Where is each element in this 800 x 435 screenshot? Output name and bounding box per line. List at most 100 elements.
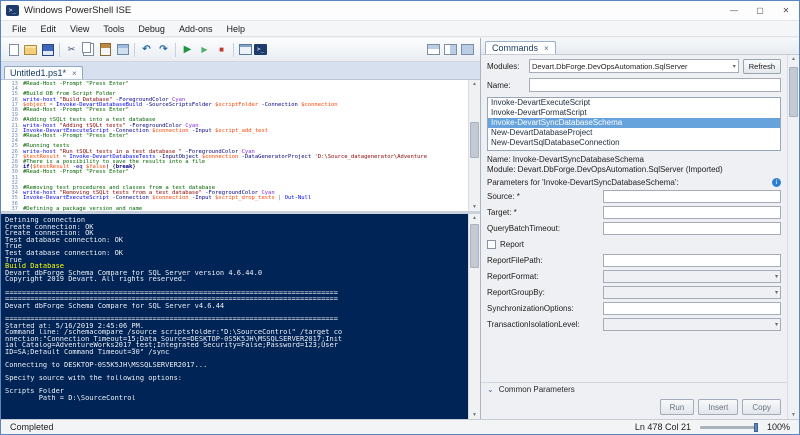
tab-commands[interactable]: Commands × (485, 41, 556, 54)
paste-icon[interactable] (97, 42, 114, 58)
menu-file[interactable]: File (5, 21, 34, 37)
open-script-icon[interactable] (22, 42, 39, 58)
scroll-down-icon[interactable]: ▼ (469, 412, 480, 418)
action-buttons: RunInsertCopy (481, 396, 787, 419)
scroll-down-icon[interactable]: ▼ (788, 412, 799, 418)
title-bar: >_ Windows PowerShell ISE — ▢ ✕ (1, 1, 799, 21)
console-line: ial Catalog=AdventureWorks2017_test;Inte… (5, 342, 466, 349)
refresh-button[interactable]: Refresh (743, 59, 781, 74)
commands-scrollbar[interactable]: ▲ ▼ (787, 55, 799, 419)
menu-help[interactable]: Help (219, 21, 252, 37)
command-item[interactable]: Invoke-DevartSyncDatabaseSchema (488, 118, 780, 128)
chevron-down-icon: ▾ (773, 321, 780, 328)
clear-console-icon[interactable] (114, 42, 131, 58)
menu-add-ons[interactable]: Add-ons (172, 21, 220, 37)
menu-edit[interactable]: Edit (34, 21, 64, 37)
reportgroupby-select[interactable]: ▾ (603, 286, 781, 299)
toolbar-separator (134, 43, 135, 57)
reportfilepath-input[interactable] (603, 254, 781, 267)
console-line: True (5, 243, 466, 250)
script-tab-bar: Untitled1.ps1* × (1, 62, 480, 80)
common-parameters-toggle[interactable]: ⌄ Common Parameters (481, 382, 787, 396)
scrollbar-thumb[interactable] (470, 122, 479, 158)
redo-icon[interactable]: ↷ (155, 42, 172, 58)
new-script-icon[interactable] (5, 42, 22, 58)
start-powershell-icon[interactable]: >_ (254, 44, 267, 55)
command-item[interactable]: New-DevartSqlDatabaseConnection (488, 138, 780, 148)
console-line: ========================================… (5, 296, 466, 303)
param-label: ReportFormat: (487, 272, 599, 281)
command-item[interactable]: Invoke-DevartFormatScript (488, 108, 780, 118)
console-scrollbar[interactable]: ▲ ▼ (468, 214, 480, 419)
scrollbar-thumb[interactable] (470, 224, 479, 268)
tab-untitled1[interactable]: Untitled1.ps1* × (4, 66, 83, 79)
param-row: Source: * (481, 189, 787, 204)
modules-label: Modules: (487, 62, 525, 71)
target-input[interactable] (603, 206, 781, 219)
undo-icon[interactable]: ↶ (138, 42, 155, 58)
console-pane[interactable]: Defining connectionCreate connection: OK… (1, 214, 480, 419)
param-label: QueryBatchTimeout: (487, 224, 599, 233)
console-line: Scripts Folder (5, 388, 466, 395)
run-selection-icon[interactable]: ▶ (196, 42, 213, 58)
console-line (5, 309, 466, 316)
console-line: nnection:"Connection Timeout=15;Data Sou… (5, 336, 466, 343)
minimize-button[interactable]: — (721, 1, 747, 20)
command-item[interactable]: New-DevartDatabaseProject (488, 128, 780, 138)
new-remote-powershell-tab-icon[interactable] (237, 42, 254, 58)
menu-view[interactable]: View (63, 21, 96, 37)
cut-icon[interactable]: ✂ (63, 42, 80, 58)
zoom-slider-thumb[interactable] (754, 423, 758, 432)
command-list: Invoke-DevartExecuteScriptInvoke-DevartF… (487, 97, 781, 151)
name-filter-input[interactable] (529, 78, 781, 92)
scroll-up-icon[interactable]: ▲ (469, 81, 480, 87)
maximize-button[interactable]: ▢ (747, 1, 773, 20)
copy-icon[interactable] (80, 42, 97, 58)
close-icon[interactable]: × (72, 69, 77, 78)
script-pane-maximized-icon[interactable] (459, 42, 476, 58)
script-editor[interactable]: 13#Read-Host -Prompt "Press Enter"1415#B… (1, 80, 480, 211)
save-icon[interactable] (39, 42, 56, 58)
script-pane-right-icon[interactable] (442, 42, 459, 58)
close-button[interactable]: ✕ (773, 1, 799, 20)
querybatchtimeout-input[interactable] (603, 222, 781, 235)
zoom-slider[interactable] (700, 423, 758, 432)
common-parameters-label: Common Parameters (499, 385, 575, 394)
synchronizationoptions-input[interactable] (603, 302, 781, 315)
insert-button[interactable]: Insert (698, 399, 738, 415)
source-input[interactable] (603, 190, 781, 203)
close-icon[interactable]: × (544, 44, 549, 53)
console-line: True (5, 257, 466, 264)
command-detail-module: Module: Devart.DbForge.DevOpsAutomation.… (487, 165, 781, 175)
reportformat-select[interactable]: ▾ (603, 270, 781, 283)
info-icon[interactable]: i (772, 178, 781, 187)
scroll-up-icon[interactable]: ▲ (469, 215, 480, 221)
commands-tab-label: Commands (492, 43, 538, 53)
console-line (5, 382, 466, 389)
report-checkbox[interactable] (487, 240, 496, 249)
command-item[interactable]: Invoke-DevartExecuteScript (488, 98, 780, 108)
scrollbar-thumb[interactable] (789, 67, 798, 117)
console-line: ========================================… (5, 316, 466, 323)
scroll-down-icon[interactable]: ▼ (469, 204, 480, 210)
menu-tools[interactable]: Tools (96, 21, 131, 37)
menu-debug[interactable]: Debug (131, 21, 172, 37)
param-row: TransactionIsolationLevel:▾ (481, 317, 787, 332)
editor-scrollbar[interactable]: ▲ ▼ (468, 80, 480, 211)
param-row: Target: * (481, 205, 787, 220)
copy-button[interactable]: Copy (742, 399, 781, 415)
run-script-icon[interactable]: ▶ (179, 42, 196, 58)
transactionisolationlevel-select[interactable]: ▾ (603, 318, 781, 331)
modules-select[interactable]: Devart.DbForge.DevOpsAutomation.SqlServe… (529, 59, 739, 73)
modules-selected-value: Devart.DbForge.DevOpsAutomation.SqlServe… (530, 62, 731, 71)
toolbar-right (425, 42, 476, 58)
params-list: Source: *Target: * QueryBatchTimeout: Repo… (481, 189, 787, 333)
console-line: Command line: /schemacompare /source scr… (5, 329, 466, 336)
run-button[interactable]: Run (660, 399, 695, 415)
powershell-ise-icon: >_ (6, 5, 19, 16)
console-line: ID=SA;Default Command Timeout=30" /sync (5, 349, 466, 356)
script-pane-top-icon[interactable] (425, 42, 442, 58)
stop-icon[interactable]: ■ (213, 42, 230, 58)
menu-bar: FileEditViewToolsDebugAdd-onsHelp (1, 21, 799, 37)
scroll-up-icon[interactable]: ▲ (788, 56, 799, 62)
